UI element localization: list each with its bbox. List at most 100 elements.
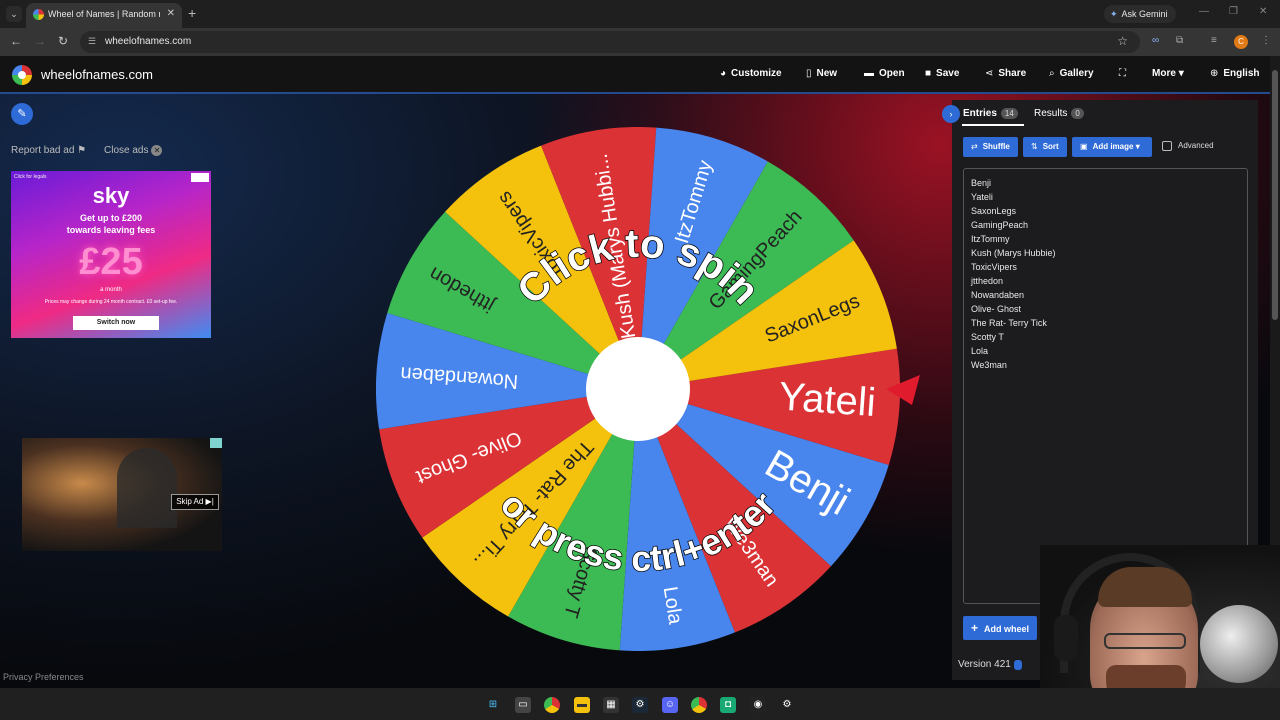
minimize-icon[interactable]: — bbox=[1199, 6, 1209, 17]
steam-icon[interactable]: ⚙ bbox=[632, 697, 648, 713]
extensions-puzzle-icon[interactable]: ⧉ bbox=[1176, 35, 1183, 46]
caret-down-icon: ▾ bbox=[1178, 68, 1184, 79]
entry-line[interactable]: Scotty T bbox=[971, 332, 1004, 342]
site-name[interactable]: wheelofnames.com bbox=[41, 67, 153, 82]
extension-icon[interactable]: ∞ bbox=[1152, 35, 1159, 46]
wheel-center[interactable] bbox=[586, 337, 690, 441]
wheel-pointer-icon bbox=[886, 375, 920, 405]
entry-line[interactable]: Kush (Marys Hubbie) bbox=[971, 248, 1056, 258]
discord-icon[interactable]: ☺ bbox=[662, 697, 678, 713]
ad-fine-print: Prices may change during 24 month contra… bbox=[44, 299, 178, 305]
screen: ⌄ Wheel of Names | Random name ✕ + ✦Ask … bbox=[0, 0, 1280, 720]
back-icon[interactable]: ← bbox=[10, 34, 22, 48]
reading-list-icon[interactable]: ≡ bbox=[1211, 35, 1217, 46]
customize-label: Customize bbox=[731, 68, 782, 79]
version-label: Version 421 bbox=[958, 659, 1011, 670]
entry-line[interactable]: Olive- Ghost bbox=[971, 304, 1021, 314]
scrollbar-thumb[interactable] bbox=[1272, 70, 1278, 320]
entry-line[interactable]: Lola bbox=[971, 346, 988, 356]
address-bar-row: ← → ↻ ☰ wheelofnames.com ☆ ∞ ⧉ ≡ C ⋮ bbox=[0, 28, 1280, 56]
entry-line[interactable]: Benji bbox=[971, 178, 991, 188]
entry-line[interactable]: SaxonLegs bbox=[971, 206, 1016, 216]
bookmark-star-icon[interactable]: ☆ bbox=[1117, 34, 1128, 48]
url-text[interactable]: wheelofnames.com bbox=[105, 36, 191, 47]
close-window-icon[interactable]: ✕ bbox=[1259, 6, 1267, 17]
profile-avatar[interactable]: C bbox=[1234, 35, 1248, 49]
save-icon: ■ bbox=[925, 68, 932, 79]
entry-line[interactable]: ToxicVipers bbox=[971, 262, 1017, 272]
caret-down-icon: ▾ bbox=[1135, 142, 1140, 151]
skip-ad-button[interactable]: Skip Ad ▶| bbox=[171, 494, 219, 510]
glasses bbox=[1104, 633, 1186, 649]
gallery-button[interactable]: ⌕ Gallery bbox=[1049, 68, 1094, 79]
advanced-label[interactable]: Advanced bbox=[1178, 141, 1214, 150]
report-bad-ad-link[interactable]: Report bad ad ⚑ bbox=[11, 145, 86, 156]
add-image-label: Add image bbox=[1092, 142, 1134, 151]
new-tab-icon[interactable]: + bbox=[188, 5, 196, 21]
tab-results[interactable]: Results 0 bbox=[1034, 108, 1084, 119]
entry-line[interactable]: ItzTommy bbox=[971, 234, 1010, 244]
forward-icon[interactable]: → bbox=[34, 34, 46, 48]
version-info-icon[interactable] bbox=[1014, 660, 1022, 670]
close-circle-icon: ✕ bbox=[151, 145, 163, 156]
tab-search-icon[interactable]: ⌄ bbox=[6, 6, 22, 22]
chrome-icon[interactable] bbox=[544, 697, 560, 713]
site-logo-icon[interactable] bbox=[12, 65, 32, 85]
open-label: Open bbox=[879, 68, 905, 79]
site-info-icon[interactable]: ☰ bbox=[88, 36, 96, 47]
new-button[interactable]: ▯ New bbox=[806, 68, 837, 79]
plus-icon: + bbox=[971, 621, 979, 635]
entry-line[interactable]: Yateli bbox=[971, 192, 993, 202]
wheel-favicon-icon bbox=[33, 9, 44, 20]
settings-gear-icon[interactable]: ⚙ bbox=[779, 697, 795, 713]
advanced-checkbox[interactable] bbox=[1162, 141, 1172, 151]
ad-legal-link[interactable]: Click for legals bbox=[14, 174, 47, 180]
entries-textarea[interactable]: Benji Yateli SaxonLegs GamingPeach ItzTommy K… bbox=[963, 168, 1248, 604]
sky-ad-banner[interactable]: Click for legals sky Get up to £200 towa… bbox=[11, 171, 211, 338]
omnibox[interactable]: ☰ wheelofnames.com ☆ bbox=[80, 31, 1140, 53]
chrome-profile-icon[interactable] bbox=[691, 697, 707, 713]
sort-icon: ⇅ bbox=[1031, 142, 1038, 151]
spin-wheel[interactable]: YateliBenjiWe3manLolaScotty TThe Rat- Te… bbox=[376, 127, 900, 651]
edit-pencil-icon[interactable]: ✎ bbox=[11, 103, 33, 125]
start-windows-icon[interactable]: ⊞ bbox=[485, 697, 501, 713]
ask-gemini-button[interactable]: ✦ Ask Gemini bbox=[1104, 5, 1176, 23]
close-ads-link[interactable]: Close ads ✕ bbox=[104, 145, 163, 156]
microphone-icon bbox=[1200, 605, 1278, 683]
browser-menu-icon[interactable]: ⋮ bbox=[1261, 35, 1271, 46]
obs-icon[interactable]: ◉ bbox=[750, 697, 766, 713]
fullscreen-button[interactable]: ⛶ bbox=[1119, 68, 1131, 79]
entry-line[interactable]: The Rat- Terry Tick bbox=[971, 318, 1047, 328]
add-image-button[interactable]: ▣ Add image ▾ bbox=[1072, 137, 1152, 157]
entry-line[interactable]: GamingPeach bbox=[971, 220, 1028, 230]
reload-icon[interactable]: ↻ bbox=[58, 34, 68, 48]
share-button[interactable]: ⋖ Share bbox=[985, 68, 1026, 79]
browser-tab[interactable]: Wheel of Names | Random name ✕ bbox=[26, 3, 182, 28]
app-green-icon[interactable]: ◘ bbox=[720, 697, 736, 713]
sort-button[interactable]: ⇅ Sort bbox=[1023, 137, 1067, 157]
video-frame bbox=[117, 448, 177, 528]
share-icon: ⋖ bbox=[985, 68, 994, 79]
tab-entries[interactable]: Entries 14 bbox=[963, 108, 1018, 119]
task-view-icon[interactable]: ▭ bbox=[515, 697, 531, 713]
shuffle-button[interactable]: ⇄ Shuffle bbox=[963, 137, 1018, 157]
add-wheel-button[interactable]: + Add wheel bbox=[963, 616, 1037, 640]
customize-button[interactable]: ◕ Customize bbox=[720, 68, 782, 79]
more-button[interactable]: More ▾ bbox=[1152, 68, 1184, 79]
language-label: English bbox=[1223, 68, 1260, 79]
add-wheel-label: Add wheel bbox=[984, 624, 1030, 634]
collapse-sidebar-icon[interactable]: › bbox=[942, 105, 960, 123]
privacy-preferences-link[interactable]: Privacy Preferences bbox=[3, 672, 84, 682]
ad-switch-now-button[interactable]: Switch now bbox=[73, 316, 159, 330]
open-button[interactable]: ▬ Open bbox=[864, 68, 905, 79]
language-button[interactable]: ⊕ English bbox=[1210, 68, 1260, 79]
save-button[interactable]: ■ Save bbox=[925, 68, 959, 79]
entry-line[interactable]: We3man bbox=[971, 360, 1007, 370]
entry-line[interactable]: jtthedon bbox=[971, 276, 1003, 286]
app-icon[interactable]: ▦ bbox=[603, 697, 619, 713]
close-tab-icon[interactable]: ✕ bbox=[167, 8, 175, 19]
file-explorer-icon[interactable]: ▬ bbox=[574, 697, 590, 713]
entry-line[interactable]: Nowandaben bbox=[971, 290, 1024, 300]
maximize-icon[interactable]: ❐ bbox=[1229, 6, 1238, 17]
adchoices-icon[interactable] bbox=[191, 173, 209, 182]
